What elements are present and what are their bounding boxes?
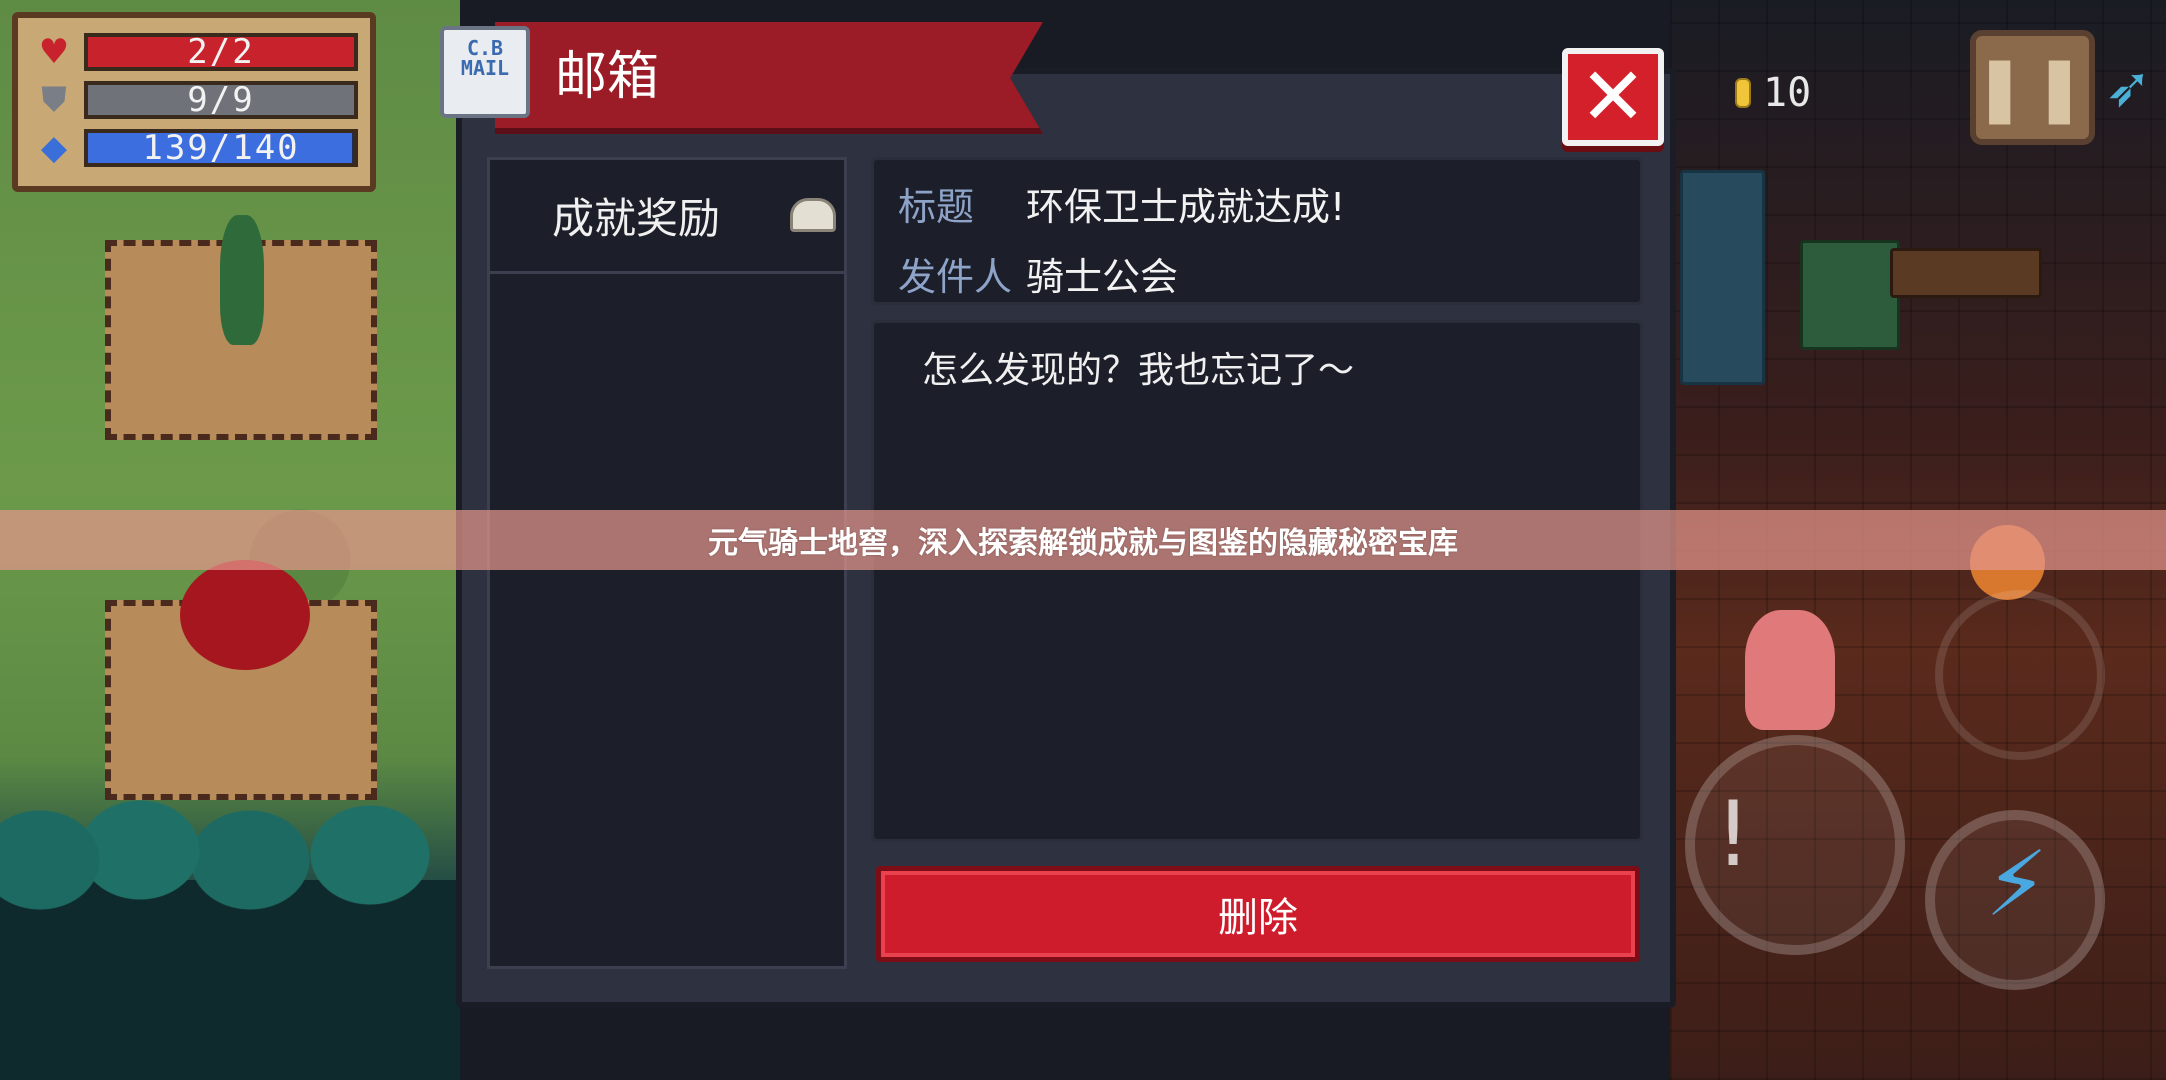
energy-bar: 139/140 [84,129,358,167]
heart-icon: ♥ [38,32,70,72]
mail-item-label: 成就奖励 [552,194,721,243]
hp-row: ♥ 2/2 [30,28,358,76]
sender-value: 骑士公会 [1026,254,1179,299]
coin-counter: 10 [1735,70,1811,116]
coin-count: 10 [1763,70,1812,116]
open-envelope-icon [790,198,836,232]
wooden-table [1890,248,2042,298]
forest-edge [0,800,460,1080]
green-tree [220,215,264,345]
mail-header: 标题 环保卫士成就达成! 发件人 骑士公会 [871,157,1643,305]
mail-body-text: 怎么发现的？我也忘记了～ [922,350,1355,391]
caption-text: 元气骑士地窖，深入探索解锁成就与图鉴的隐藏秘密宝库 [708,526,1458,561]
subject-value: 环保卫士成就达成! [1026,184,1346,229]
close-icon: ✕ [1579,50,1647,143]
bookshelf [1680,170,1765,385]
bow-icon[interactable]: ➶ [2105,55,2152,120]
sender-label: 发件人 [898,254,1013,299]
shield-icon: ⛊ [41,80,67,120]
exclamation-icon: ! [1715,782,1752,887]
armor-text: 9/9 [187,81,255,119]
coin-icon [1735,78,1751,108]
red-tree [180,560,310,670]
armor-row: ⛊ 9/9 [30,76,358,124]
mail-body: 怎么发现的？我也忘记了～ [871,320,1643,842]
player-stats-panel: ♥ 2/2 ⛊ 9/9 ◆ 139/140 [12,12,376,192]
mail-icon-label: C.B MAIL [460,36,510,80]
subject-label: 标题 [898,184,975,229]
green-cabinet [1800,240,1900,350]
mailbox-title: 邮箱 [555,47,660,107]
sender-row: 发件人 骑士公会 [874,243,1178,303]
mail-icon: C.B MAIL [440,26,530,118]
subject-row: 标题 环保卫士成就达成! [874,173,1345,233]
pause-icon: ❚❚ [1972,50,2093,125]
hp-bar: 2/2 [84,33,358,71]
lightning-icon: ⚡ [1985,832,2049,937]
energy-icon: ◆ [40,128,68,168]
armor-bar: 9/9 [84,81,358,119]
delete-button[interactable]: 删除 [876,866,1640,962]
player-character [1745,610,1835,730]
hp-text: 2/2 [187,33,255,71]
energy-row: ◆ 139/140 [30,124,358,172]
delete-label: 删除 [1218,895,1298,941]
energy-text: 139/140 [142,129,300,167]
pause-button[interactable]: ❚❚ [1970,30,2095,145]
close-button[interactable]: ✕ [1562,48,1664,146]
mail-list-item[interactable]: 成就奖励 [490,160,844,274]
caption-banner: 元气骑士地窖，深入探索解锁成就与图鉴的隐藏秘密宝库 [0,510,2166,570]
weapon-swap-ring[interactable] [1935,590,2105,760]
